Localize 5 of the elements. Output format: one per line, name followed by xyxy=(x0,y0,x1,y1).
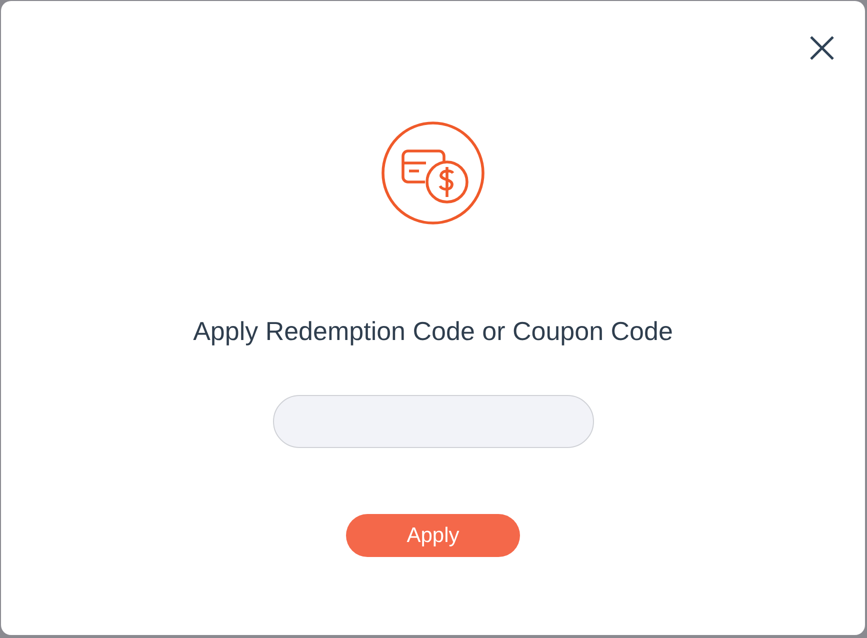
apply-button[interactable]: Apply xyxy=(346,514,520,557)
close-icon[interactable] xyxy=(809,35,835,61)
dialog-title: Apply Redemption Code or Coupon Code xyxy=(193,315,673,348)
card-coin-icon xyxy=(381,121,485,225)
code-input-field[interactable] xyxy=(272,395,594,448)
